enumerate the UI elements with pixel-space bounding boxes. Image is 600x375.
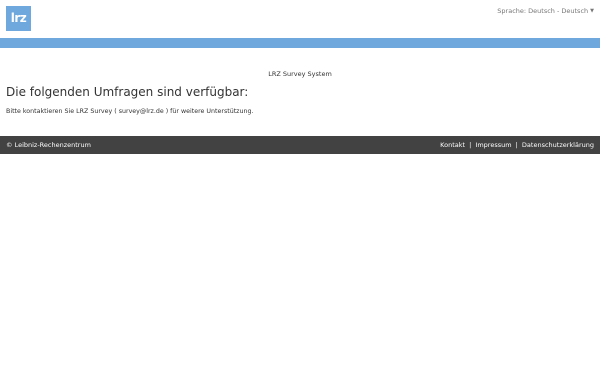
page-heading: Die folgenden Umfragen sind verfügbar:: [6, 85, 249, 99]
footer-separator: |: [469, 141, 472, 149]
footer-link-kontakt[interactable]: Kontakt: [440, 141, 465, 149]
lrz-logo[interactable]: lrz: [6, 6, 31, 31]
system-title: LRZ Survey System: [268, 70, 332, 78]
footer-link-datenschutz[interactable]: Datenschutzerklärung: [522, 141, 594, 149]
footer-separator: |: [515, 141, 518, 149]
language-label: Sprache: Deutsch - Deutsch: [497, 7, 589, 15]
contact-text: Bitte kontaktieren Sie LRZ Survey ( surv…: [6, 108, 254, 115]
logo-text: lrz: [10, 11, 27, 25]
top-navbar: lrz Sprache: Deutsch - Deutsch ▼: [0, 0, 600, 38]
accent-bar: [0, 38, 600, 48]
copyright-text: © Leibniz-Rechenzentrum: [6, 141, 91, 149]
footer-links: Kontakt | Impressum | Datenschutzerkläru…: [440, 141, 594, 149]
footer-link-impressum[interactable]: Impressum: [475, 141, 511, 149]
footer: © Leibniz-Rechenzentrum Kontakt | Impres…: [0, 136, 600, 154]
language-selector[interactable]: Sprache: Deutsch - Deutsch ▼: [497, 7, 594, 15]
caret-down-icon: ▼: [590, 8, 594, 14]
